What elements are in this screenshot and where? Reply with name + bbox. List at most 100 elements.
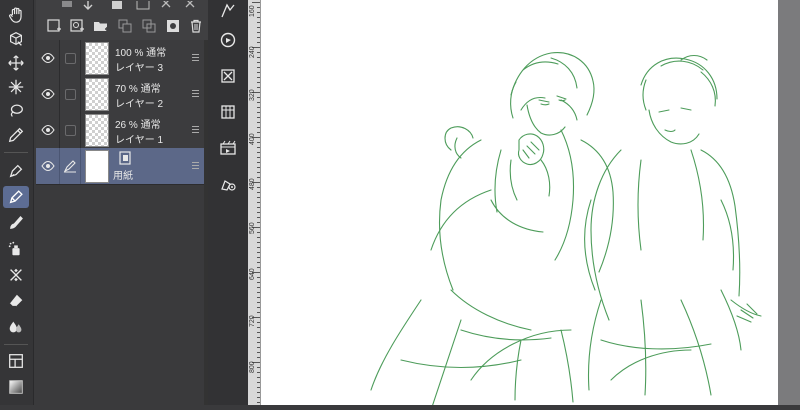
ruler-tick: [257, 372, 260, 373]
ruler-tick: [257, 37, 260, 38]
ruler-tick: [257, 202, 260, 203]
layer-menu-icon[interactable]: [192, 162, 199, 170]
layer-row-paper[interactable]: 用紙: [36, 148, 204, 185]
timeline-icon[interactable]: [218, 102, 238, 122]
ruler-tick: [257, 42, 260, 43]
ruler-tick: [257, 192, 260, 193]
transfer-down-icon[interactable]: [116, 17, 134, 35]
frame-icon[interactable]: [3, 350, 29, 372]
eye-icon[interactable]: [41, 124, 55, 136]
ruler-tick: [257, 387, 260, 388]
ruler-tick: [257, 252, 260, 253]
ruler-tick: [257, 157, 260, 158]
ruler-tick: [257, 107, 260, 108]
ruler-tick: [257, 277, 260, 278]
eraser-icon[interactable]: [3, 290, 29, 312]
layer-row[interactable]: 26 % 通常 レイヤー 1: [36, 112, 204, 149]
ruler-tick: [257, 132, 260, 133]
layer-mask-icon[interactable]: [164, 17, 182, 35]
hand-icon[interactable]: [3, 4, 29, 26]
drops-icon[interactable]: [3, 316, 29, 338]
eye-icon[interactable]: [41, 160, 55, 172]
cube-icon[interactable]: [3, 28, 29, 50]
ruler-tick: [257, 147, 260, 148]
layer-panel: 100 % 通常 レイヤー 3 70 % 通常 レイヤー 2 26 % 通常 レ…: [36, 0, 209, 405]
decoration-icon[interactable]: [3, 264, 29, 286]
navigator-icon[interactable]: [218, 0, 238, 20]
ruler-tick: [257, 27, 260, 28]
layer-menu-icon[interactable]: [192, 126, 199, 134]
ruler-tick: [257, 327, 260, 328]
layer-name: レイヤー 3: [115, 63, 164, 74]
move-icon[interactable]: [3, 52, 29, 74]
sparkle-icon[interactable]: [3, 76, 29, 98]
eye-icon[interactable]: [41, 88, 55, 100]
airbrush-icon[interactable]: [3, 238, 29, 260]
ruler-tick: [257, 222, 260, 223]
ruler-tick: [257, 312, 260, 313]
ruler-label: 400: [249, 133, 256, 145]
sub-view-icon[interactable]: [218, 30, 238, 50]
ruler-tick: [257, 292, 260, 293]
layer-row[interactable]: 100 % 通常 レイヤー 3: [36, 40, 204, 77]
layer-menu-icon[interactable]: [192, 54, 199, 62]
layer-name: レイヤー 1: [115, 135, 164, 146]
pen-icon[interactable]: [3, 160, 29, 182]
ruler-tick: [257, 187, 260, 188]
material-icon[interactable]: [218, 66, 238, 86]
ruler-tick: [257, 287, 260, 288]
layer-thumbnail: [85, 78, 109, 111]
ruler-tick: [257, 12, 260, 13]
animation-icon[interactable]: [218, 138, 238, 158]
trash-icon[interactable]: [187, 17, 205, 35]
pencil-icon[interactable]: [3, 186, 29, 208]
ruler-tick: [257, 72, 260, 73]
eyedropper-icon[interactable]: [3, 124, 29, 146]
lasso-icon[interactable]: [3, 100, 29, 122]
ruler-tick: [257, 397, 260, 398]
ruler-tick: [257, 112, 260, 113]
ruler-tick: [257, 347, 260, 348]
ruler-tick: [252, 2, 260, 3]
ruler-label: 480: [249, 178, 256, 190]
ruler-tick: [257, 302, 260, 303]
ruler-tick: [257, 357, 260, 358]
ruler-tick: [257, 242, 260, 243]
layer-thumbnail: [85, 114, 109, 147]
ruler-label: 320: [249, 89, 256, 101]
ruler-tick: [257, 102, 260, 103]
ruler-tick: [257, 67, 260, 68]
ruler-tick: [257, 247, 260, 248]
canvas-gutter: [778, 0, 800, 405]
gradient-icon[interactable]: [3, 376, 29, 398]
eye-icon[interactable]: [41, 52, 55, 64]
brush-icon[interactable]: [3, 212, 29, 234]
ruler-tick: [257, 352, 260, 353]
layer-thumbnail: [85, 150, 109, 183]
layer-lock-checkbox[interactable]: [65, 89, 76, 100]
ruler-tick: [257, 172, 260, 173]
tool-palette: [0, 0, 34, 405]
ruler-tick: [257, 82, 260, 83]
layer-lock-checkbox[interactable]: [65, 53, 76, 64]
ruler-tick: [257, 17, 260, 18]
new-raster-layer-icon[interactable]: [45, 17, 63, 35]
ruler-tick: [257, 177, 260, 178]
new-vector-layer-icon[interactable]: [68, 17, 86, 35]
merge-icon[interactable]: [140, 17, 158, 35]
new-folder-icon[interactable]: [92, 17, 110, 35]
edit-target-icon[interactable]: [63, 159, 77, 173]
layer-toolbar: [36, 12, 208, 41]
tool-property-icon[interactable]: [218, 174, 238, 194]
ruler-tick: [257, 57, 260, 58]
layer-lock-checkbox[interactable]: [65, 125, 76, 136]
ruler-tick: [257, 127, 260, 128]
layer-thumbnail: [85, 42, 109, 75]
layer-row[interactable]: 70 % 通常 レイヤー 2: [36, 76, 204, 113]
ruler-tick: [257, 392, 260, 393]
ruler-tick: [257, 32, 260, 33]
ruler-tick: [257, 122, 260, 123]
ruler-tick: [257, 217, 260, 218]
drawing-canvas[interactable]: [261, 0, 778, 410]
layer-menu-icon[interactable]: [192, 90, 199, 98]
